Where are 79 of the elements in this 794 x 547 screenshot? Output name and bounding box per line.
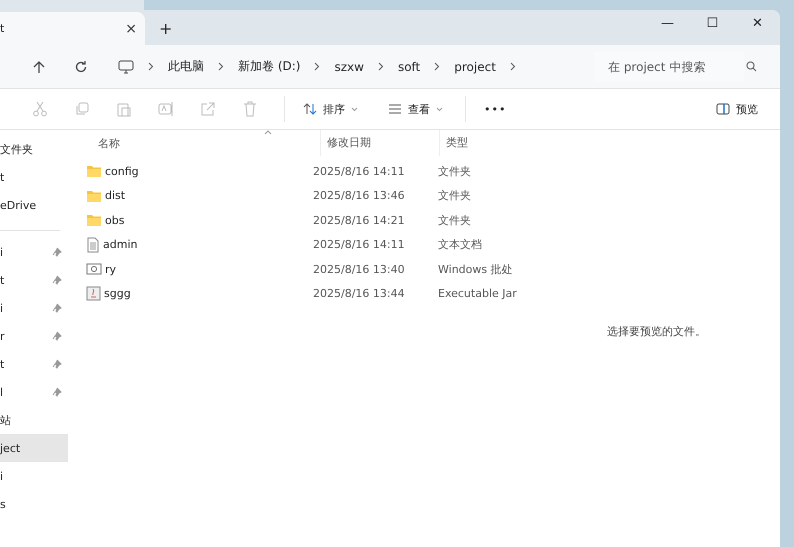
search-icon <box>746 61 757 72</box>
sidebar-item[interactable]: i <box>0 462 68 490</box>
column-header[interactable]: 类型 <box>439 130 468 156</box>
copy-icon[interactable] <box>74 101 90 117</box>
sidebar-item[interactable]: eDrive <box>0 191 68 219</box>
breadcrumb-item[interactable]: soft <box>398 60 420 74</box>
modified-date: 2025/8/16 13:40 <box>313 262 406 276</box>
sidebar-item[interactable]: 文件夹 <box>0 135 68 163</box>
file-name[interactable]: ry <box>105 262 116 276</box>
chevron-icon <box>314 62 320 71</box>
sidebar-item[interactable]: t <box>0 350 68 378</box>
breadcrumb-item[interactable]: 此电脑 <box>168 58 204 75</box>
caret-icon <box>436 106 443 112</box>
chevron-icon <box>148 62 154 71</box>
breadcrumb-item[interactable]: 新加卷 (D:) <box>238 58 300 75</box>
chevron-icon[interactable] <box>510 62 516 71</box>
sidebar-item[interactable]: ject <box>0 434 68 462</box>
file-type: 文件夹 <box>438 212 471 228</box>
refresh-icon[interactable] <box>74 60 88 74</box>
modified-date: 2025/8/16 13:46 <box>313 189 406 202</box>
modified-date: 2025/8/16 14:21 <box>313 214 406 227</box>
file-name[interactable]: config <box>105 164 139 178</box>
sidebar-item[interactable]: r <box>0 322 68 350</box>
column-header[interactable]: 名称 <box>86 136 320 150</box>
sort-arrows-icon <box>303 102 317 116</box>
delete-icon[interactable] <box>242 101 258 117</box>
paste-icon[interactable] <box>116 101 132 117</box>
sort-button[interactable]: 排序 <box>295 98 366 120</box>
minimize-button[interactable]: — <box>645 10 690 45</box>
sort-caret-icon <box>264 130 272 135</box>
close-button[interactable]: ✕ <box>735 10 780 45</box>
file-name[interactable]: admin <box>103 238 138 252</box>
modified-date: 2025/8/16 13:44 <box>313 287 406 300</box>
sidebar-item[interactable]: i <box>0 238 68 266</box>
preview-pane-icon <box>716 103 730 115</box>
sidebar-item[interactable]: 站 <box>0 406 68 434</box>
new-tab-button[interactable]: + <box>145 12 186 45</box>
java-file-icon <box>86 286 101 302</box>
rename-icon[interactable] <box>158 101 174 117</box>
preview-message: 选择要预览的文件。 <box>607 324 706 339</box>
maximize-button[interactable]: ☐ <box>690 10 735 45</box>
column-header[interactable]: 修改日期 <box>320 130 439 156</box>
sidebar-item[interactable]: l <box>0 378 68 406</box>
file-name[interactable]: sggg <box>104 287 131 300</box>
folder-icon <box>86 213 102 228</box>
lines-icon <box>388 103 402 115</box>
folder-icon <box>86 164 102 178</box>
close-tab-button[interactable]: × <box>125 20 137 36</box>
gear-window-icon <box>86 262 102 276</box>
caret-icon <box>351 106 358 112</box>
preview-button[interactable]: 预览 <box>708 98 766 120</box>
modified-date: 2025/8/16 14:11 <box>313 164 406 178</box>
file-type: 文件夹 <box>438 164 471 179</box>
share-icon[interactable] <box>200 101 216 117</box>
view-button[interactable]: 查看 <box>380 98 451 120</box>
text-file-icon <box>86 236 100 253</box>
file-type: Windows 批处 <box>438 262 513 277</box>
sidebar-item[interactable]: t <box>0 163 68 191</box>
file-type: 文本文档 <box>438 237 482 252</box>
file-name[interactable]: obs <box>105 214 124 227</box>
tab[interactable]: t × <box>0 12 145 45</box>
sidebar-item[interactable]: i <box>0 294 68 322</box>
breadcrumb-item[interactable]: szxw <box>334 60 364 74</box>
breadcrumb-item[interactable]: project <box>454 60 496 74</box>
sidebar-item[interactable]: s <box>0 490 68 518</box>
address-bar[interactable]: 此电脑 新加卷 (D:) szxw soft project <box>116 50 588 82</box>
file-name[interactable]: dist <box>105 189 126 202</box>
sidebar-item[interactable]: t <box>0 266 68 294</box>
chevron-icon <box>434 62 440 71</box>
monitor-icon <box>118 60 134 74</box>
folder-icon <box>86 188 102 203</box>
modified-date: 2025/8/16 14:11 <box>313 238 406 252</box>
up-arrow-icon[interactable] <box>32 60 46 74</box>
cut-icon[interactable] <box>32 101 48 117</box>
file-type: 文件夹 <box>438 188 471 204</box>
chevron-icon <box>218 62 224 71</box>
more-button[interactable]: ••• <box>476 98 514 120</box>
chevron-icon <box>378 62 384 71</box>
file-type: Executable Jar <box>438 287 517 300</box>
